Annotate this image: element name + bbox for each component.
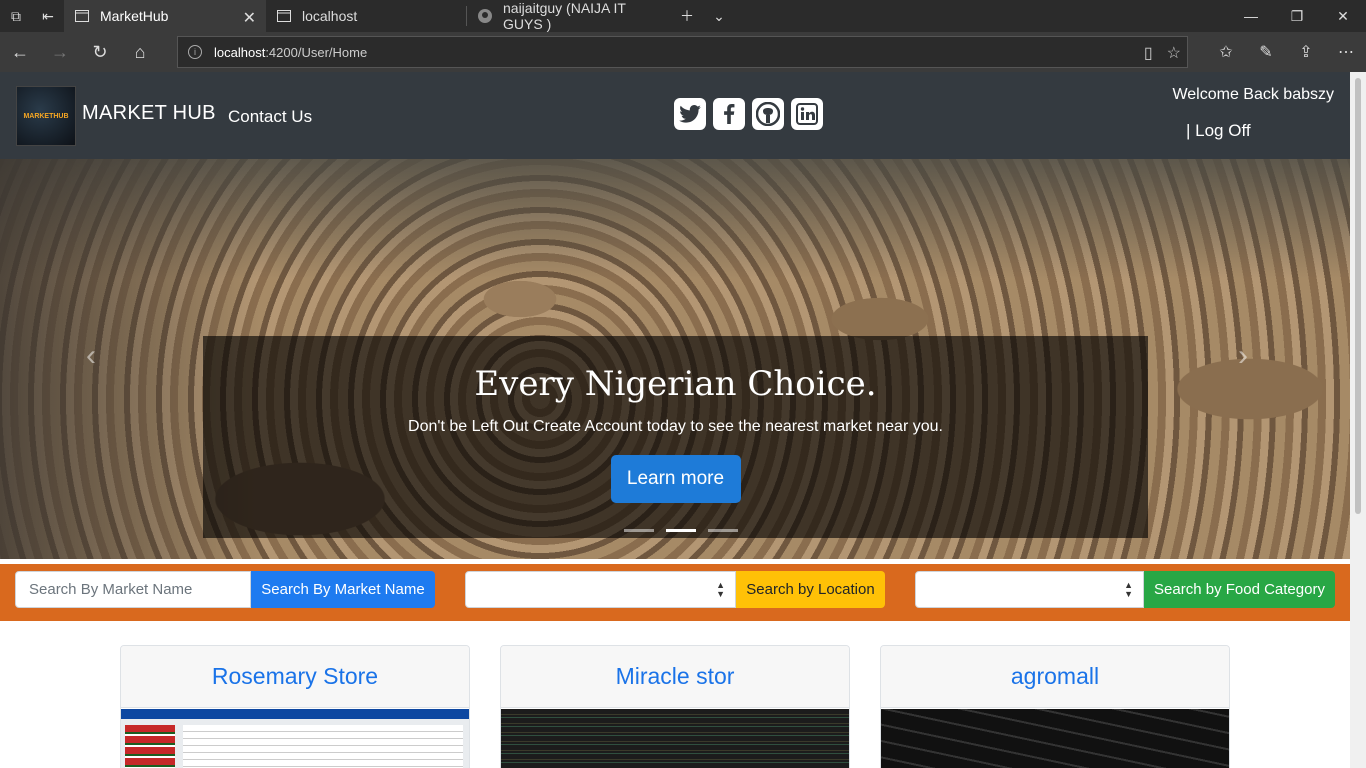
search-by-market-name-button[interactable]: Search By Market Name <box>251 571 435 608</box>
social-links <box>674 98 823 130</box>
store-card[interactable]: Miracle stor <box>500 645 850 768</box>
tab-title: naijaitguy (NAIJA IT GUYS ) <box>503 0 626 32</box>
forward-icon[interactable]: → <box>40 32 80 72</box>
url-path: :4200/User/Home <box>265 44 368 60</box>
page-icon <box>74 8 90 24</box>
back-icon[interactable]: ← <box>0 32 40 72</box>
page-viewport: MARKETHUB MARKET HUB Contact Us Welcome … <box>0 72 1350 768</box>
scrollbar-thumb[interactable] <box>1355 78 1361 514</box>
select-arrows-icon: ▲ ▼ <box>716 580 725 599</box>
tab-localhost[interactable]: localhost <box>266 0 466 32</box>
carousel-title: Every Nigerian Choice. <box>474 364 877 404</box>
site-info-icon[interactable]: i <box>188 45 202 59</box>
store-image <box>881 709 1229 768</box>
github-icon <box>477 8 493 24</box>
select-arrows-icon: ▲ ▼ <box>1124 580 1133 599</box>
learn-more-button[interactable]: Learn more <box>610 455 741 503</box>
facebook-icon[interactable] <box>713 98 745 130</box>
address-bar[interactable]: i localhost :4200/User/Home ▯ ☆ <box>177 36 1188 68</box>
window-close-icon[interactable]: ✕ <box>1320 0 1366 32</box>
contact-us-link[interactable]: Contact Us <box>228 107 312 127</box>
more-menu-icon[interactable]: ⋯ <box>1326 32 1366 72</box>
search-by-food-category-button[interactable]: Search by Food Category <box>1144 571 1335 608</box>
new-tab-icon[interactable]: ＋ <box>671 0 703 32</box>
location-select[interactable]: ▲ ▼ <box>465 571 736 608</box>
page-scrollbar[interactable] <box>1350 72 1366 768</box>
carousel-next-icon[interactable]: › <box>1238 339 1248 373</box>
search-bar: Search By Market Name Search By Market N… <box>0 564 1350 621</box>
github-icon[interactable] <box>752 98 784 130</box>
refresh-icon[interactable]: ↻ <box>80 32 120 72</box>
tab-naijaitguy[interactable]: naijaitguy (NAIJA IT GUYS ) <box>467 0 667 32</box>
share-icon[interactable]: ⇪ <box>1286 32 1326 72</box>
brand-name[interactable]: MARKET HUB <box>82 102 216 125</box>
market-name-search-input[interactable]: Search By Market Name <box>15 571 251 608</box>
favorite-star-icon[interactable]: ☆ <box>1167 43 1181 63</box>
close-tab-icon[interactable]: ✕ <box>243 8 256 28</box>
minimize-icon[interactable]: — <box>1228 0 1274 32</box>
store-name[interactable]: Miracle stor <box>501 646 849 708</box>
store-image <box>121 709 469 768</box>
favorites-hub-icon[interactable]: ✩ <box>1206 32 1246 72</box>
browser-tab-bar: ⧉ ⇤ MarketHub ✕ localhost naijaitguy (NA… <box>0 0 1366 32</box>
log-off-link[interactable]: | Log Off <box>1186 121 1251 141</box>
restore-icon[interactable]: ❐ <box>1274 0 1320 32</box>
store-name[interactable]: Rosemary Store <box>121 646 469 708</box>
food-category-select[interactable]: ▲ ▼ <box>915 571 1144 608</box>
tab-actions-icon[interactable]: ⧉ <box>0 0 32 32</box>
linkedin-icon[interactable] <box>791 98 823 130</box>
url-host: localhost <box>214 44 266 60</box>
site-navbar: MARKETHUB MARKET HUB Contact Us Welcome … <box>0 72 1350 159</box>
carousel-text: Don't be Left Out Create Account today t… <box>408 418 943 435</box>
store-name[interactable]: agromall <box>881 646 1229 708</box>
reading-view-icon[interactable]: ▯ <box>1144 43 1153 63</box>
carousel-indicators <box>624 529 738 532</box>
set-tabs-aside-icon[interactable]: ⇤ <box>32 0 64 32</box>
carousel-caption: Every Nigerian Choice. Don't be Left Out… <box>203 336 1148 538</box>
page-icon <box>276 8 292 24</box>
tab-title: localhost <box>302 8 358 24</box>
carousel-indicator[interactable] <box>624 529 654 532</box>
logo-text: MARKETHUB <box>23 112 69 120</box>
store-image <box>501 709 849 768</box>
site-logo[interactable]: MARKETHUB <box>16 86 76 146</box>
tab-title: MarketHub <box>100 8 169 24</box>
carousel-indicator[interactable] <box>708 529 738 532</box>
search-by-location-button[interactable]: Search by Location <box>736 571 885 608</box>
web-note-icon[interactable]: ✎ <box>1246 32 1286 72</box>
tab-list-chevron-icon[interactable]: ⌄ <box>703 0 735 32</box>
hero-carousel: ‹ › Every Nigerian Choice. Don't be Left… <box>0 159 1350 559</box>
tab-markethub[interactable]: MarketHub ✕ <box>64 0 266 32</box>
carousel-prev-icon[interactable]: ‹ <box>86 339 96 373</box>
home-icon[interactable]: ⌂ <box>120 32 160 72</box>
welcome-message: Welcome Back babszy <box>1172 86 1334 103</box>
store-card[interactable]: Rosemary Store <box>120 645 470 768</box>
carousel-indicator-active[interactable] <box>666 529 696 532</box>
address-toolbar: ← → ↻ ⌂ i localhost :4200/User/Home ▯ ☆ … <box>0 32 1366 72</box>
twitter-icon[interactable] <box>674 98 706 130</box>
store-card[interactable]: agromall <box>880 645 1230 768</box>
